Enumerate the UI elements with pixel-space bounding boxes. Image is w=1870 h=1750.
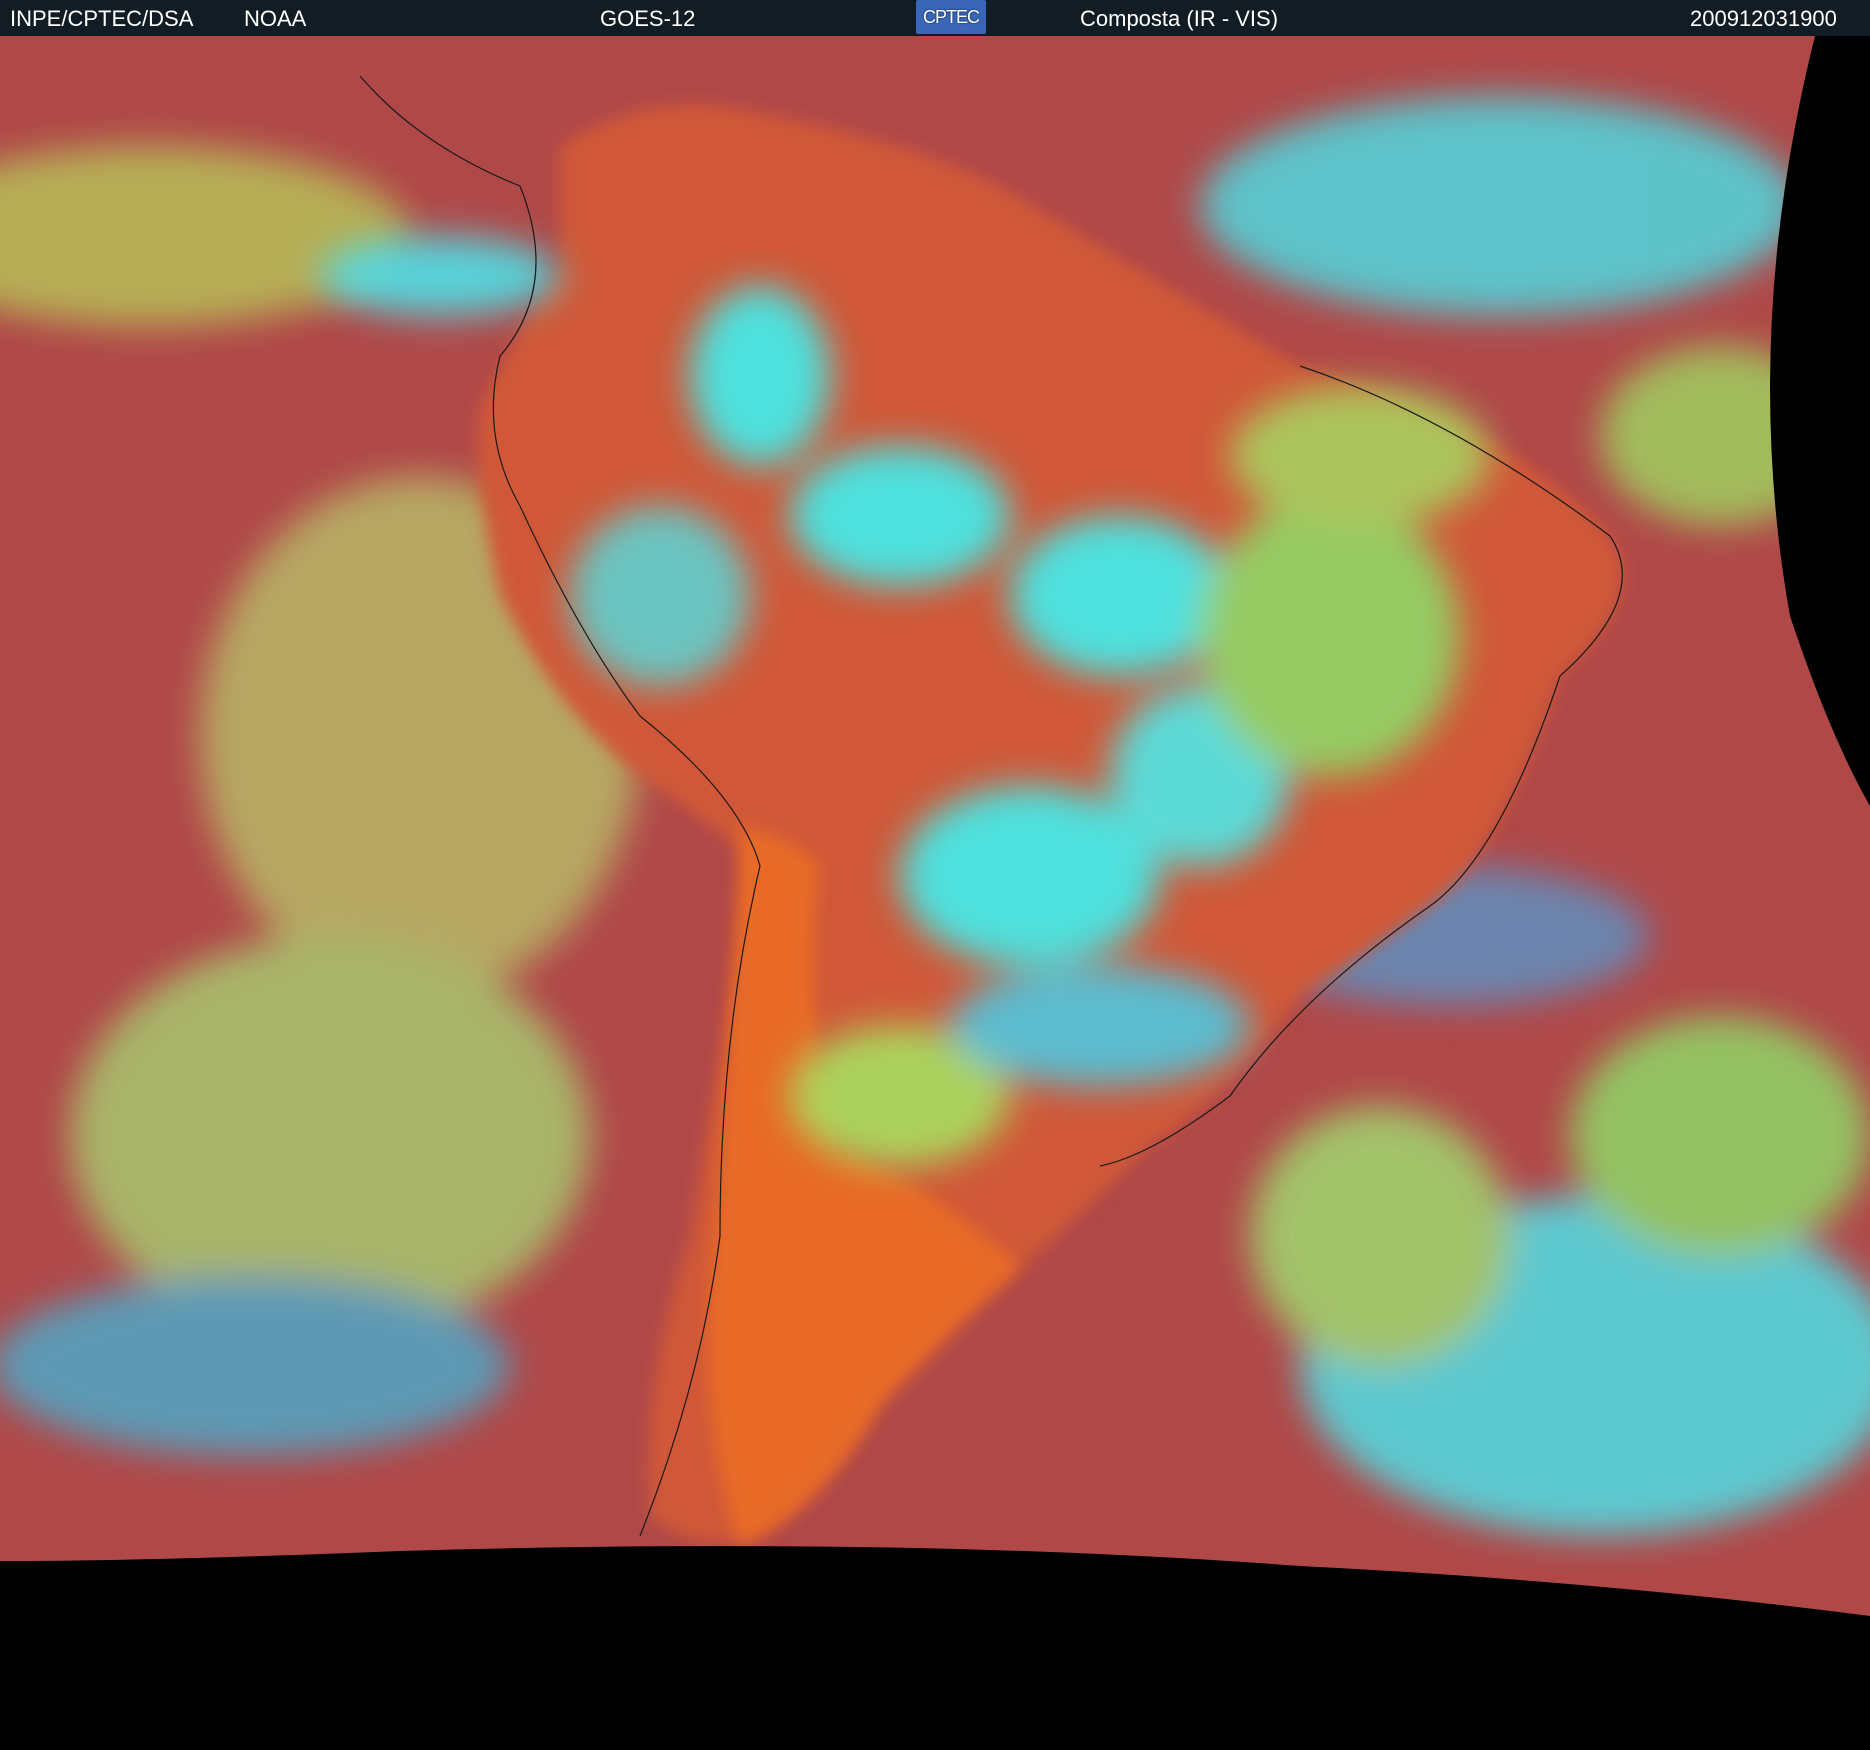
institution-label: INPE/CPTEC/DSA xyxy=(10,6,194,31)
timestamp-label: 200912031900 xyxy=(1690,6,1837,31)
header-bar: INPE/CPTEC/DSA NOAA GOES-12 CPTEC Compos… xyxy=(0,0,1870,36)
product-label: Composta (IR - VIS) xyxy=(1080,6,1279,31)
satellite-label: GOES-12 xyxy=(600,6,696,31)
cptec-logo: CPTEC xyxy=(916,0,986,34)
agency-label: NOAA xyxy=(244,6,307,31)
satellite-image xyxy=(0,36,1870,1750)
